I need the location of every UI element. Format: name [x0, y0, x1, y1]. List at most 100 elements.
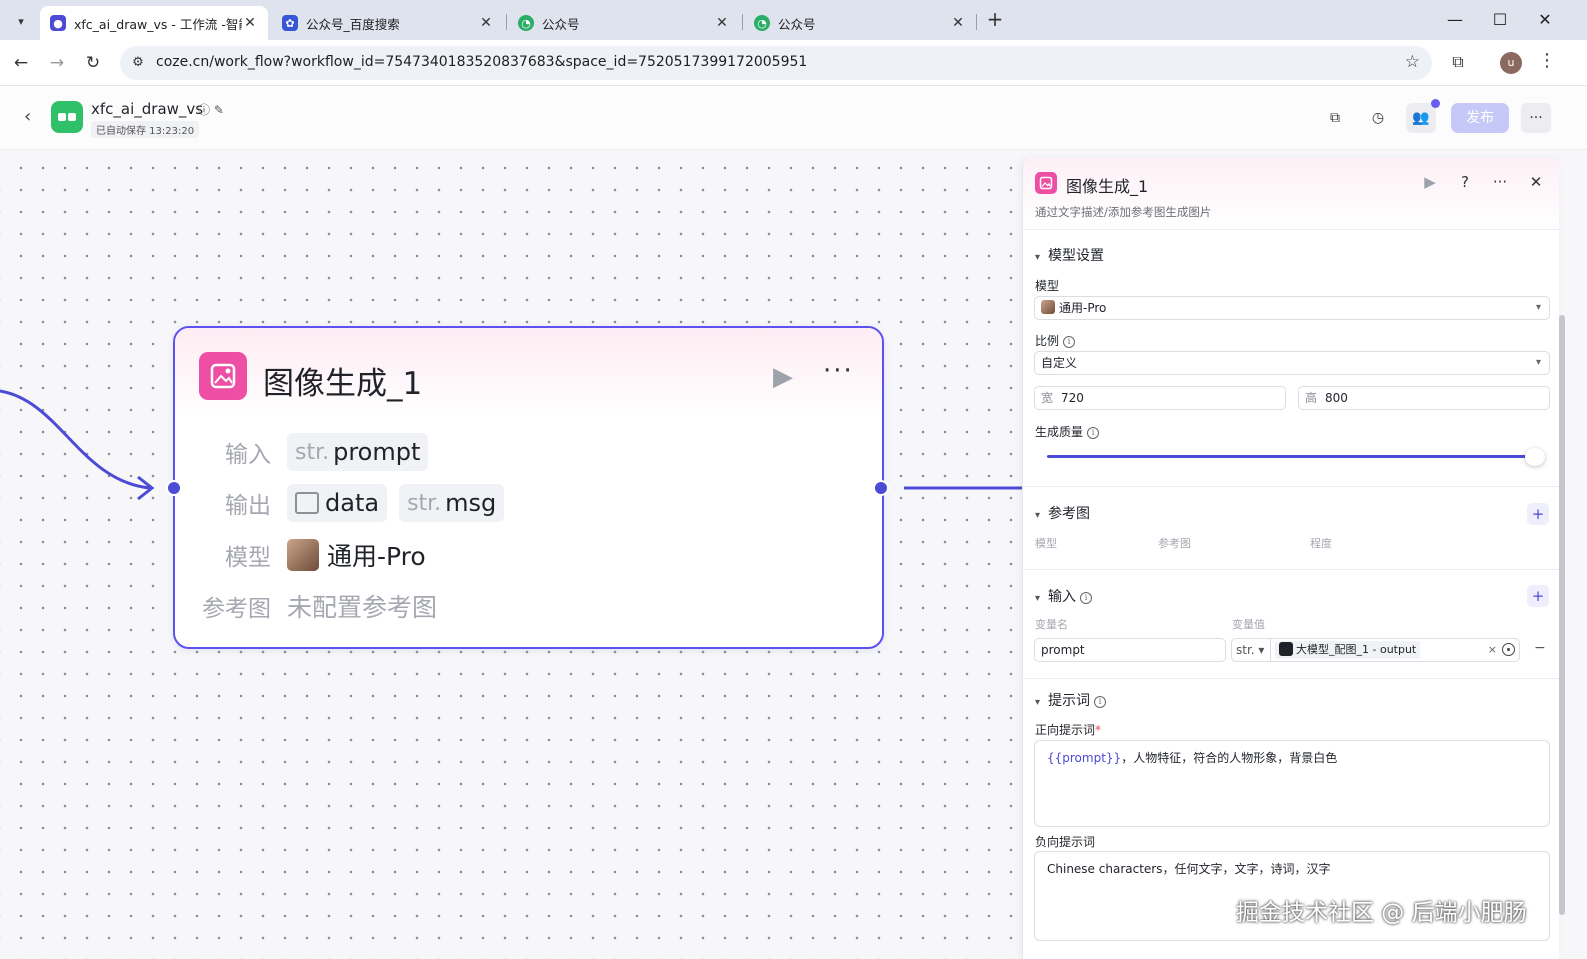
window-close-icon[interactable]: ✕ [1530, 8, 1560, 32]
site-settings-icon[interactable]: ⚙ [128, 53, 148, 73]
quality-slider-thumb[interactable] [1525, 448, 1545, 466]
variable-value-ref[interactable]: 大模型_配图_1 - output × [1270, 638, 1520, 662]
input-port[interactable] [166, 480, 182, 496]
url-omnibox[interactable]: ⚙ coze.cn/work_flow?workflow_id=75473401… [120, 46, 1432, 80]
chevron-down-icon: ▾ [1035, 593, 1041, 604]
tab-label: 公众号_百度搜索 [306, 16, 400, 32]
browser-menu-icon[interactable]: ⋮ [1538, 50, 1556, 71]
tab-baidu-search[interactable]: ✿ 公众号_百度搜索 ✕ [272, 6, 504, 40]
target-icon[interactable] [1502, 643, 1515, 656]
prompt-variable: {{prompt}} [1047, 751, 1122, 765]
browser-tab-bar: ▾ ● xfc_ai_draw_vs - 工作流 -智能 ✕ ✿ 公众号_百度搜… [0, 0, 1587, 40]
col-header-degree: 程度 [1310, 537, 1332, 550]
bookmark-star-icon[interactable]: ☆ [1405, 52, 1420, 72]
node-model-row: 模型 通用-Pro [199, 535, 426, 575]
divider [1023, 486, 1559, 487]
positive-label-text: 正向提示词 [1035, 723, 1096, 737]
variable-name-input[interactable]: prompt [1034, 638, 1226, 662]
output-tag-data: data [287, 484, 388, 522]
clear-icon[interactable]: × [1488, 639, 1497, 661]
collaborators-icon[interactable]: 👥 [1406, 103, 1436, 133]
section-input[interactable]: ▾ 输入 i [1035, 586, 1093, 606]
more-icon[interactable]: ··· [1488, 170, 1512, 194]
tab-wechat-2[interactable]: ◔ 公众号 ✕ [744, 6, 976, 40]
profile-avatar[interactable]: u [1500, 52, 1522, 74]
incoming-edge[interactable] [0, 389, 151, 490]
ref-value: 未配置参考图 [287, 593, 438, 622]
section-model-settings[interactable]: ▾ 模型设置 [1035, 245, 1104, 265]
extensions-puzzle-icon[interactable]: ⧉ [1446, 52, 1470, 76]
url-text[interactable]: coze.cn/work_flow?workflow_id=7547340183… [156, 54, 807, 70]
image-generation-node[interactable]: 图像生成_1 ▶ ··· 输入 str. prompt 输出 data str.… [173, 326, 884, 649]
help-icon[interactable]: ? [1453, 170, 1477, 194]
section-reference-image[interactable]: ▾ 参考图 [1035, 503, 1090, 523]
model-avatar [1041, 300, 1055, 314]
more-options-icon[interactable]: ··· [1521, 103, 1551, 133]
tab-workflow[interactable]: ● xfc_ai_draw_vs - 工作流 -智能 ✕ [40, 6, 268, 40]
wechat-icon: ◔ [754, 15, 770, 31]
info-icon[interactable]: i [1063, 336, 1076, 348]
panel-scrollbar[interactable] [1559, 315, 1565, 915]
close-icon[interactable]: ✕ [950, 15, 966, 31]
workflow-canvas[interactable]: 图像生成_1 ▶ ··· 输入 str. prompt 输出 data str.… [0, 151, 1022, 959]
tab-separator [976, 14, 977, 30]
variable-type-select[interactable]: str. ▾ [1231, 638, 1271, 662]
back-chevron-icon[interactable]: ‹ [24, 106, 31, 127]
width-input[interactable]: 宽 720 [1034, 386, 1286, 410]
height-input[interactable]: 高 800 [1298, 386, 1550, 410]
back-arrow-icon[interactable]: ← [8, 50, 34, 76]
positive-prompt-textarea[interactable]: {{prompt}}，人物特征，符合的人物形象，背景白色 [1034, 740, 1550, 827]
ratio-select[interactable]: 自定义 ▾ [1034, 351, 1550, 375]
tab-separator [506, 14, 507, 30]
tab-search-chevron-icon[interactable]: ▾ [8, 8, 34, 34]
minimize-icon[interactable]: — [1440, 8, 1470, 32]
input-name: prompt [333, 438, 421, 466]
model-avatar [287, 539, 319, 571]
divider [1023, 678, 1559, 679]
workflow-logo-icon [51, 101, 83, 133]
workflow-header: ‹ xfc_ai_draw_vs ⓘ ✎ 已自动保存 13:23:20 ⧉ ◷ … [0, 86, 1587, 150]
tab-label: xfc_ai_draw_vs - 工作流 -智能 [74, 16, 242, 32]
model-field-label: 模型 [1035, 279, 1060, 293]
tab-wechat-1[interactable]: ◔ 公众号 ✕ [508, 6, 740, 40]
maximize-icon[interactable]: ☐ [1485, 8, 1515, 32]
negative-text: Chinese characters，任何文字，文字，诗词，汉字 [1047, 862, 1331, 876]
info-and-edit-icons[interactable]: ⓘ ✎ [198, 101, 224, 118]
autosave-badge: 已自动保存 13:23:20 [91, 121, 200, 138]
reference-text: 大模型_配图_1 - output [1296, 643, 1417, 656]
node-title: 图像生成_1 [263, 366, 423, 402]
quality-slider-track[interactable] [1047, 455, 1527, 458]
model-select[interactable]: 通用-Pro ▾ [1034, 296, 1550, 320]
run-node-icon[interactable]: ▶ [773, 362, 793, 392]
node-more-icon[interactable]: ··· [823, 356, 854, 386]
info-icon[interactable]: i [1094, 696, 1107, 708]
close-icon[interactable]: ✕ [478, 15, 494, 31]
section-label: 参考图 [1048, 506, 1091, 522]
section-label: 提示词 [1048, 693, 1091, 709]
section-prompt[interactable]: ▾ 提示词 i [1035, 690, 1107, 710]
run-icon[interactable]: ▶ [1418, 170, 1442, 194]
new-tab-icon[interactable]: + [984, 8, 1006, 32]
chevron-down-icon: ▾ [1035, 252, 1041, 263]
watermark: 掘金技术社区 @ 后端小肥肠 [1236, 900, 1527, 926]
add-input-button[interactable]: + [1527, 585, 1549, 607]
chevron-down-icon: ▾ [1035, 697, 1041, 708]
forward-arrow-icon[interactable]: → [44, 50, 70, 76]
info-icon[interactable]: i [1087, 427, 1100, 439]
close-icon[interactable]: ✕ [714, 15, 730, 31]
col-header-ref: 参考图 [1158, 537, 1191, 550]
publish-button[interactable]: 发布 [1451, 103, 1509, 133]
type-text: str. [1236, 643, 1255, 657]
info-icon[interactable]: i [1080, 592, 1093, 604]
add-reference-button[interactable]: + [1527, 503, 1549, 525]
history-clock-icon[interactable]: ◷ [1363, 103, 1393, 133]
remove-row-icon[interactable]: − [1534, 640, 1546, 656]
close-icon[interactable]: ✕ [242, 15, 258, 31]
section-label: 模型设置 [1048, 248, 1105, 264]
output-port[interactable] [873, 480, 889, 496]
col-header-model: 模型 [1035, 537, 1057, 550]
reload-icon[interactable]: ↻ [80, 50, 106, 76]
copy-icon[interactable]: ⧉ [1320, 103, 1350, 133]
close-panel-icon[interactable]: ✕ [1524, 170, 1548, 194]
divider [1023, 229, 1559, 230]
